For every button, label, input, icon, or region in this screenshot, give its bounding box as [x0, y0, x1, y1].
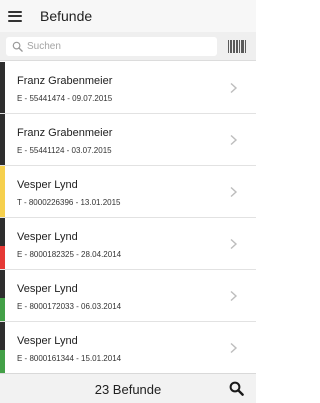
- hamburger-menu-icon[interactable]: [8, 10, 22, 22]
- report-meta: E - 55441124 - 03.07.2015: [17, 146, 112, 155]
- report-meta: E - 55441474 - 09.07.2015: [17, 94, 113, 103]
- patient-name: Vesper Lynd: [17, 179, 78, 191]
- status-indicator: [0, 114, 5, 165]
- chevron-right-icon: [230, 83, 238, 93]
- patient-name: Franz Grabenmeier: [17, 75, 113, 87]
- report-meta: T - 8000226396 - 13.01.2015: [17, 198, 121, 207]
- list-item[interactable]: Vesper Lynd E - 8000182325 - 28.04.2014: [0, 218, 256, 270]
- search-icon: [12, 41, 23, 52]
- list-item[interactable]: Vesper Lynd E - 8000161344 - 15.01.2014: [0, 322, 256, 373]
- report-list: Franz Grabenmeier E - 55441474 - 09.07.2…: [0, 62, 256, 373]
- footer-bar: 23 Befunde: [0, 373, 256, 403]
- app-bar: Befunde: [0, 0, 256, 32]
- chevron-right-icon: [230, 291, 238, 301]
- status-indicator: [0, 62, 5, 113]
- chevron-right-icon: [230, 135, 238, 145]
- status-indicator: [0, 322, 5, 373]
- status-indicator: [0, 166, 5, 217]
- chevron-right-icon: [230, 239, 238, 249]
- list-item[interactable]: Vesper Lynd E - 8000172033 - 06.03.2014: [0, 270, 256, 322]
- result-count: 23 Befunde: [94, 382, 162, 397]
- status-indicator: [0, 218, 5, 269]
- search-icon[interactable]: [229, 381, 244, 396]
- status-indicator: [0, 270, 5, 321]
- list-item[interactable]: Franz Grabenmeier E - 55441124 - 03.07.2…: [0, 114, 256, 166]
- chevron-right-icon: [230, 343, 238, 353]
- list-item[interactable]: Vesper Lynd T - 8000226396 - 13.01.2015: [0, 166, 256, 218]
- page-title: Befunde: [40, 8, 93, 24]
- chevron-right-icon: [230, 187, 238, 197]
- search-bar: [0, 32, 256, 61]
- patient-name: Vesper Lynd: [17, 335, 78, 347]
- report-meta: E - 8000182325 - 28.04.2014: [17, 250, 122, 259]
- list-item[interactable]: Franz Grabenmeier E - 55441474 - 09.07.2…: [0, 62, 256, 114]
- search-input[interactable]: [27, 38, 207, 55]
- patient-name: Vesper Lynd: [17, 231, 78, 243]
- barcode-scan-icon[interactable]: [228, 40, 246, 53]
- patient-name: Franz Grabenmeier: [17, 127, 113, 139]
- report-meta: E - 8000161344 - 15.01.2014: [17, 354, 122, 363]
- search-box[interactable]: [6, 37, 217, 56]
- patient-name: Vesper Lynd: [17, 283, 78, 295]
- report-meta: E - 8000172033 - 06.03.2014: [17, 302, 122, 311]
